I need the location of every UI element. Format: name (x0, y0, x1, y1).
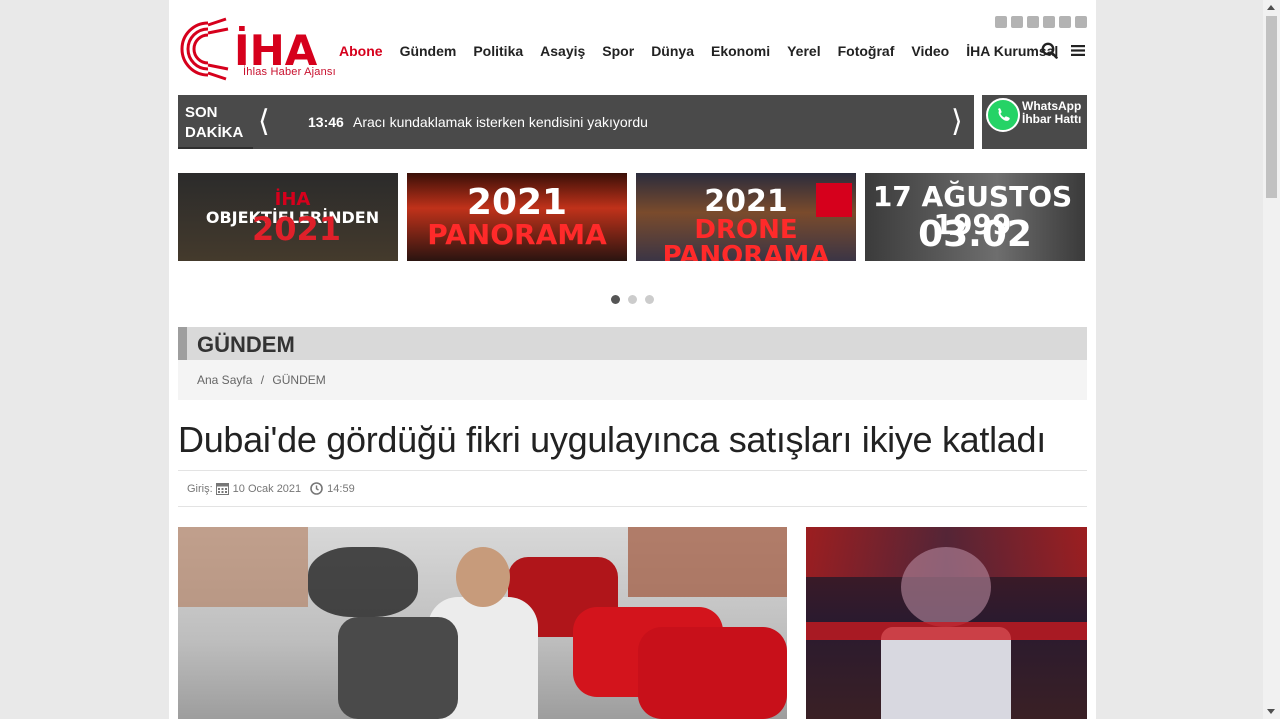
carousel-dot-2[interactable] (628, 295, 637, 304)
scroll-down-arrow-icon[interactable] (1267, 709, 1275, 714)
nav-abone[interactable]: Abone (339, 43, 383, 59)
banner-17-agustos[interactable]: 17 AĞUSTOS 1999 03.02 (865, 173, 1085, 261)
main-nav: Abone Gündem Politika Asayiş Spor Dünya … (339, 43, 1075, 59)
rss-icon[interactable] (1075, 16, 1087, 28)
article-date: 10 Ocak 2021 (232, 482, 302, 495)
breaking-label: SON DAKİKA (178, 95, 253, 149)
scrollbar-thumb[interactable] (1266, 16, 1277, 198)
nav-icons (1041, 42, 1085, 59)
whatsapp-icon (986, 98, 1020, 132)
nav-yerel[interactable]: Yerel (787, 43, 820, 59)
article-time: 14:59 (327, 482, 355, 495)
twitter-icon[interactable] (1011, 16, 1023, 28)
menu-icon[interactable] (1071, 44, 1085, 57)
banner-objektiflerinden[interactable]: İHA OBJEKTİFLERİNDEN 2021 (178, 173, 398, 261)
breadcrumb: Ana Sayfa / GÜNDEM (178, 360, 1087, 400)
page-scrollbar[interactable] (1263, 0, 1280, 719)
banner-drone-panorama[interactable]: 2021 DRONE PANORAMA (636, 173, 856, 261)
whatsapp-sublabel: İhbar Hattı (1022, 112, 1082, 126)
carousel-dot-3[interactable] (645, 295, 654, 304)
entry-label: Giriş: (187, 482, 213, 495)
nav-politika[interactable]: Politika (473, 43, 523, 59)
breadcrumb-current: GÜNDEM (272, 373, 326, 387)
nav-asayis[interactable]: Asayiş (540, 43, 585, 59)
breaking-time: 13:46 (308, 114, 344, 130)
article-meta: Giriş: 10 Ocak 2021 14:59 (178, 470, 1087, 507)
instagram-icon[interactable] (1043, 16, 1055, 28)
side-video-thumbnail[interactable] (806, 527, 1087, 719)
linkedin-icon[interactable] (1027, 16, 1039, 28)
clock-icon (310, 482, 323, 495)
breadcrumb-home[interactable]: Ana Sayfa (197, 373, 252, 387)
logo-subtitle: İhlas Haber Ajansı (243, 66, 336, 78)
nav-dunya[interactable]: Dünya (651, 43, 694, 59)
facebook-icon[interactable] (995, 16, 1007, 28)
carousel-dots (611, 295, 654, 304)
banner-panorama[interactable]: 2021 PANORAMA (407, 173, 627, 261)
carousel-dot-1[interactable] (611, 295, 620, 304)
breaking-headline-link[interactable]: Aracı kundaklamak isterken kendisini yak… (353, 114, 648, 130)
whatsapp-hotline[interactable]: WhatsApp İhbar Hattı (982, 95, 1087, 149)
breadcrumb-separator: / (260, 373, 265, 387)
youtube-icon[interactable] (1059, 16, 1071, 28)
search-icon[interactable] (1041, 42, 1058, 59)
calendar-icon (215, 483, 229, 495)
nav-ekonomi[interactable]: Ekonomi (711, 43, 770, 59)
social-links (995, 16, 1087, 28)
article-title: Dubai'de gördüğü fikri uygulayınca satış… (178, 419, 1046, 460)
chevron-left-icon[interactable]: ⟨ (258, 107, 270, 137)
nav-spor[interactable]: Spor (602, 43, 634, 59)
page-container: İHA İhlas Haber Ajansı Abone Gündem Poli… (169, 0, 1096, 719)
nav-fotograf[interactable]: Fotoğraf (838, 43, 895, 59)
chevron-right-icon[interactable]: ⟩ (951, 107, 963, 137)
promo-banners: İHA OBJEKTİFLERİNDEN 2021 2021 PANORAMA … (178, 173, 1085, 261)
breaking-news-bar: SON DAKİKA ⟨ 13:46 Aracı kundaklamak ist… (178, 95, 974, 149)
section-title-bar: GÜNDEM (178, 327, 1087, 360)
scroll-up-arrow-icon[interactable] (1267, 5, 1275, 10)
nav-video[interactable]: Video (911, 43, 949, 59)
nav-gundem[interactable]: Gündem (400, 43, 457, 59)
section-title: GÜNDEM (197, 332, 295, 357)
article-main-photo[interactable] (178, 527, 787, 719)
